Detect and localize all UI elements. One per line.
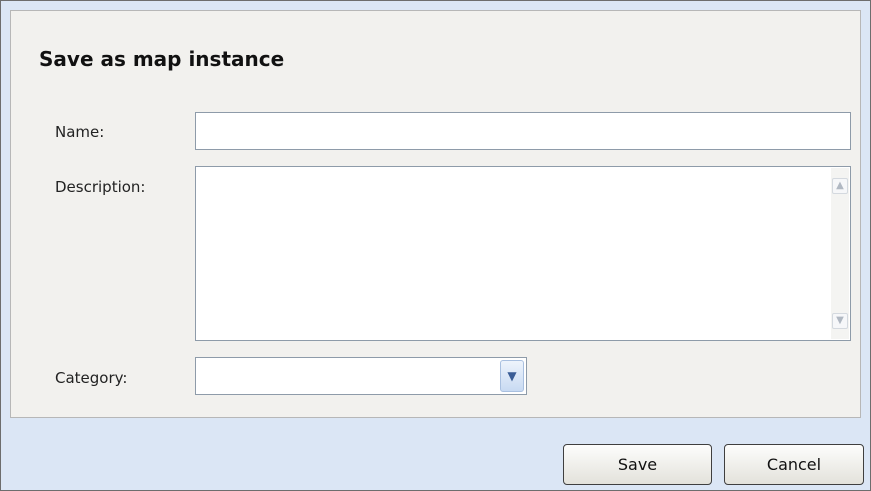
cancel-button[interactable]: Cancel <box>724 444 864 485</box>
description-textarea[interactable] <box>196 167 830 340</box>
description-scrollbar[interactable]: ▲ ▼ <box>831 168 849 339</box>
description-label: Description: <box>55 178 146 196</box>
save-button[interactable]: Save <box>563 444 712 485</box>
description-field[interactable]: ▲ ▼ <box>195 166 851 341</box>
chevron-down-icon[interactable]: ▼ <box>832 313 848 329</box>
name-label: Name: <box>55 123 105 141</box>
save-map-instance-dialog: Save as map instance Name: Description: … <box>0 0 871 491</box>
chevron-up-icon[interactable]: ▲ <box>832 178 848 194</box>
name-input[interactable] <box>196 113 850 149</box>
dialog-title: Save as map instance <box>39 47 285 71</box>
category-select[interactable]: ▼ <box>195 357 527 395</box>
name-field[interactable] <box>195 112 851 150</box>
chevron-down-icon[interactable]: ▼ <box>500 360 524 392</box>
category-label: Category: <box>55 369 128 387</box>
